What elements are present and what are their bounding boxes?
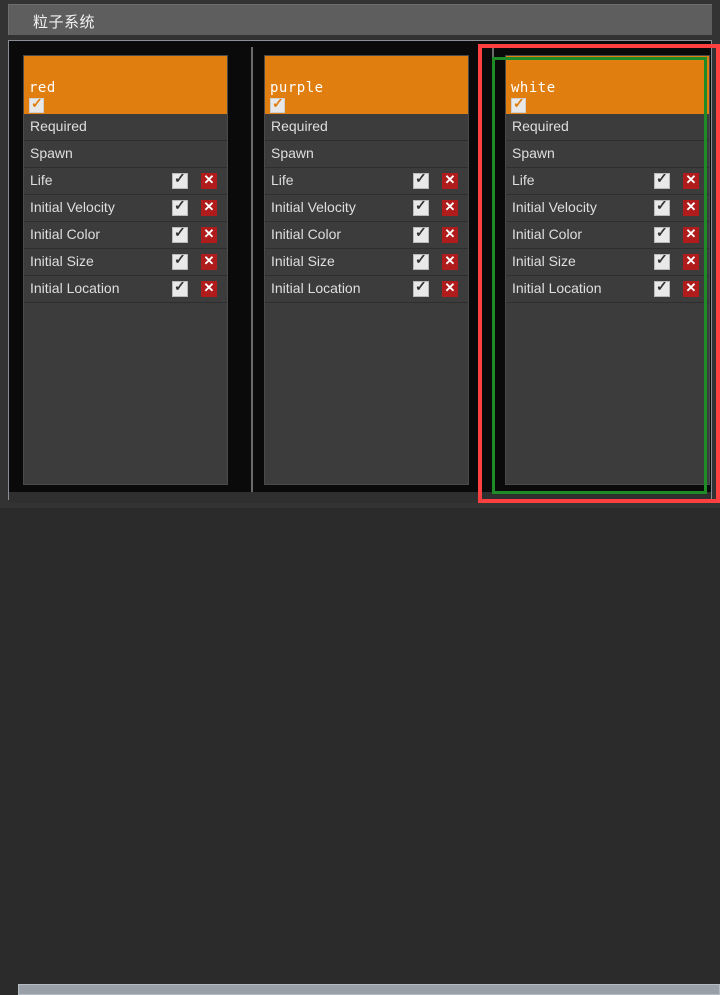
module-section-header[interactable]: Spawn — [506, 141, 709, 168]
module-row[interactable]: Life — [506, 168, 709, 195]
module-enable-checkbox[interactable] — [654, 251, 670, 270]
module-delete-button[interactable] — [201, 198, 217, 216]
module-label: Initial Size — [30, 253, 94, 269]
emitter-scroll-area: red Required Spawn Life Initial Velocity Init… — [8, 40, 712, 500]
module-section-header[interactable]: Required — [24, 114, 227, 141]
module-label: Initial Location — [30, 280, 120, 296]
panel-separator — [251, 47, 253, 493]
module-enable-checkbox[interactable] — [172, 197, 188, 216]
module-delete-button[interactable] — [683, 279, 699, 297]
module-enable-checkbox[interactable] — [413, 278, 429, 297]
module-row[interactable]: Initial Location — [506, 276, 709, 303]
module-row[interactable]: Initial Location — [265, 276, 468, 303]
emitter-header[interactable]: red — [24, 56, 227, 114]
module-label: Initial Size — [271, 253, 335, 269]
module-enable-checkbox[interactable] — [654, 224, 670, 243]
module-label: Life — [30, 172, 53, 188]
module-row[interactable]: Life — [265, 168, 468, 195]
module-row[interactable]: Initial Size — [265, 249, 468, 276]
module-label: Initial Velocity — [512, 199, 597, 215]
emitter-name-label: white — [511, 80, 556, 96]
emitter-panel-body: red Required Spawn Life Initial Velocity Init… — [23, 55, 228, 485]
emitter-panel[interactable]: purple Required Spawn Life Initial Velocity I… — [256, 47, 488, 493]
module-label: Required — [30, 118, 87, 134]
module-row[interactable]: Initial Velocity — [24, 195, 227, 222]
module-row[interactable]: Initial Size — [506, 249, 709, 276]
module-label: Initial Color — [30, 226, 101, 242]
module-enable-checkbox[interactable] — [654, 197, 670, 216]
module-delete-button[interactable] — [442, 279, 458, 297]
emitter-panel[interactable]: red Required Spawn Life Initial Velocity Init… — [15, 47, 247, 493]
module-label: Initial Color — [512, 226, 583, 242]
module-enable-checkbox[interactable] — [413, 170, 429, 189]
module-row[interactable]: Initial Velocity — [506, 195, 709, 222]
module-section-header[interactable]: Required — [265, 114, 468, 141]
module-row[interactable]: Initial Location — [24, 276, 227, 303]
emitter-panel-body: white Required Spawn Life Initial Velocity In… — [505, 55, 710, 485]
horizontal-scrollbar-thumb[interactable] — [18, 984, 720, 995]
module-delete-button[interactable] — [442, 198, 458, 216]
emitter-panel-body: purple Required Spawn Life Initial Velocity I… — [264, 55, 469, 485]
module-delete-button[interactable] — [201, 225, 217, 243]
module-delete-button[interactable] — [683, 252, 699, 270]
module-section-header[interactable]: Spawn — [24, 141, 227, 168]
emitter-header[interactable]: white — [506, 56, 709, 114]
horizontal-scrollbar-track[interactable] — [9, 492, 720, 995]
module-enable-checkbox[interactable] — [654, 170, 670, 189]
module-label: Life — [512, 172, 535, 188]
module-label: Spawn — [512, 145, 555, 161]
emitter-name-label: red — [29, 80, 56, 96]
module-enable-checkbox[interactable] — [413, 224, 429, 243]
module-row[interactable]: Life — [24, 168, 227, 195]
module-label: Required — [512, 118, 569, 134]
emitter-panel[interactable]: white Required Spawn Life Initial Velocity In… — [497, 47, 711, 493]
module-delete-button[interactable] — [683, 171, 699, 189]
module-label: Initial Velocity — [271, 199, 356, 215]
module-delete-button[interactable] — [442, 171, 458, 189]
module-delete-button[interactable] — [683, 225, 699, 243]
particle-system-window: 粒子系统 red Required Spawn Life Initial Velocit… — [0, 0, 720, 995]
module-label: Life — [271, 172, 294, 188]
module-label: Spawn — [271, 145, 314, 161]
module-delete-button[interactable] — [201, 171, 217, 189]
module-label: Initial Color — [271, 226, 342, 242]
module-delete-button[interactable] — [201, 279, 217, 297]
module-enable-checkbox[interactable] — [413, 251, 429, 270]
module-delete-button[interactable] — [442, 252, 458, 270]
module-enable-checkbox[interactable] — [654, 278, 670, 297]
module-row[interactable]: Initial Color — [265, 222, 468, 249]
module-row[interactable]: Initial Color — [506, 222, 709, 249]
module-row[interactable]: Initial Velocity — [265, 195, 468, 222]
window-titlebar[interactable]: 粒子系统 — [8, 4, 712, 35]
emitter-enable-checkbox[interactable] — [29, 95, 44, 113]
emitter-header[interactable]: purple — [265, 56, 468, 114]
module-enable-checkbox[interactable] — [172, 251, 188, 270]
module-enable-checkbox[interactable] — [172, 278, 188, 297]
emitter-enable-checkbox[interactable] — [511, 95, 526, 113]
module-section-header[interactable]: Spawn — [265, 141, 468, 168]
module-row[interactable]: Initial Color — [24, 222, 227, 249]
module-label: Initial Size — [512, 253, 576, 269]
panel-separator — [492, 47, 494, 493]
page-title: 粒子系统 — [33, 14, 96, 31]
module-enable-checkbox[interactable] — [413, 197, 429, 216]
module-label: Initial Velocity — [30, 199, 115, 215]
emitter-name-label: purple — [270, 80, 324, 96]
module-enable-checkbox[interactable] — [172, 224, 188, 243]
module-delete-button[interactable] — [442, 225, 458, 243]
module-section-header[interactable]: Required — [506, 114, 709, 141]
module-enable-checkbox[interactable] — [172, 170, 188, 189]
module-delete-button[interactable] — [201, 252, 217, 270]
emitter-enable-checkbox[interactable] — [270, 95, 285, 113]
module-label: Spawn — [30, 145, 73, 161]
module-delete-button[interactable] — [683, 198, 699, 216]
module-label: Initial Location — [271, 280, 361, 296]
module-label: Required — [271, 118, 328, 134]
module-label: Initial Location — [512, 280, 602, 296]
module-row[interactable]: Initial Size — [24, 249, 227, 276]
